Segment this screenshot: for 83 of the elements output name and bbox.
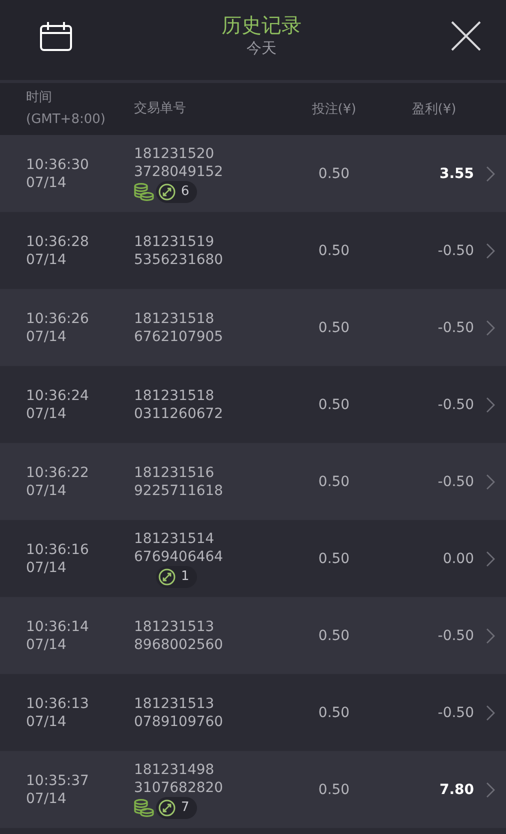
profit-amount: 0.00 xyxy=(442,550,474,566)
history-row[interactable]: 10:36:22 07/14 181231516 9225711618 0.50 -0.50 xyxy=(0,443,506,520)
bet-amount: 0.50 xyxy=(318,550,350,566)
profit-amount: -0.50 xyxy=(438,628,474,644)
column-subheader: (GMT+8:00) xyxy=(26,111,106,129)
column-header: 时间 xyxy=(26,89,53,107)
bet-amount: 0.50 xyxy=(318,704,350,720)
date-text: 07/14 xyxy=(26,558,68,576)
order-number: 181231518 xyxy=(134,386,216,404)
bet-amount: 0.50 xyxy=(318,396,350,412)
panel-title: 历史记录 xyxy=(222,12,302,39)
chevron-icon xyxy=(486,628,494,644)
chevron-icon xyxy=(486,474,494,490)
profit-amount: -0.50 xyxy=(438,474,474,490)
bet-amount: 0.50 xyxy=(318,782,350,798)
bet-amount: 0.50 xyxy=(318,166,350,182)
time-text: 10:36:26 xyxy=(26,310,90,328)
order-number: 9225711618 xyxy=(134,482,224,500)
bet-amount: 0.50 xyxy=(318,242,350,258)
order-number: 181231519 xyxy=(134,232,216,250)
order-number: 181231520 xyxy=(134,144,216,162)
calendar-icon[interactable] xyxy=(40,21,72,51)
date-text: 07/14 xyxy=(26,712,68,730)
order-number: 181231513 xyxy=(134,618,216,636)
arrow-circle-icon xyxy=(158,182,176,200)
column-header: 盈利(¥) xyxy=(412,102,456,117)
profit-amount: -0.50 xyxy=(438,242,474,258)
order-number: 0311260672 xyxy=(134,404,224,422)
date-text: 07/14 xyxy=(26,482,68,500)
chevron-icon xyxy=(486,320,494,336)
close-icon[interactable] xyxy=(451,21,481,51)
bet-count-badge: 6 xyxy=(156,180,198,202)
chevron-icon xyxy=(486,704,494,720)
chevron-icon xyxy=(486,782,494,798)
order-number: 181231516 xyxy=(134,464,216,482)
column-header: 投注(¥) xyxy=(312,102,356,117)
profit-amount: 7.80 xyxy=(439,782,474,798)
time-text: 10:36:28 xyxy=(26,232,90,250)
history-row[interactable]: 10:36:30 07/14 181231520 3728049152 6 0.50 3.55 xyxy=(0,135,506,212)
order-number: 181231514 xyxy=(134,530,216,548)
date-filter[interactable]: 今天 xyxy=(246,39,276,58)
order-number: 6769406464 xyxy=(134,548,224,566)
time-text: 10:36:13 xyxy=(26,694,90,712)
date-text: 07/14 xyxy=(26,328,68,346)
time-text: 10:36:30 xyxy=(26,156,90,174)
arrow-circle-icon xyxy=(158,798,176,816)
history-row[interactable]: 10:36:14 07/14 181231513 8968002560 0.50 -0.50 xyxy=(0,597,506,674)
time-text: 10:35:37 xyxy=(26,772,90,790)
order-number: 3107682820 xyxy=(134,778,224,796)
date-text: 07/14 xyxy=(26,250,68,268)
chevron-icon xyxy=(486,396,494,412)
date-text: 07/14 xyxy=(26,174,68,192)
time-text: 10:36:16 xyxy=(26,540,90,558)
order-number: 5356231680 xyxy=(134,250,224,268)
profit-amount: -0.50 xyxy=(438,396,474,412)
bet-amount: 0.50 xyxy=(318,320,350,336)
column-header: 交易单号 xyxy=(134,100,187,118)
history-row[interactable]: 10:35:37 07/14 181231498 3107682820 7 0.50 7.80 xyxy=(0,751,506,828)
bet-amount: 0.50 xyxy=(318,474,350,490)
arrow-circle-icon xyxy=(158,568,176,586)
profit-amount: 3.55 xyxy=(439,166,474,182)
bet-count-badge: 1 xyxy=(156,566,198,588)
date-text: 07/14 xyxy=(26,636,68,654)
profit-amount: -0.50 xyxy=(438,320,474,336)
order-number: 181231513 xyxy=(134,694,216,712)
order-number: 181231498 xyxy=(134,760,216,778)
bet-count-badge: 7 xyxy=(156,796,198,818)
time-text: 10:36:22 xyxy=(26,464,90,482)
chevron-icon xyxy=(486,166,494,182)
order-number: 6762107905 xyxy=(134,328,224,346)
order-number: 0789109760 xyxy=(134,712,224,730)
profit-amount: -0.50 xyxy=(438,704,474,720)
date-text: 07/14 xyxy=(26,404,68,422)
order-number: 181231518 xyxy=(134,310,216,328)
time-text: 10:36:14 xyxy=(26,618,90,636)
date-text: 07/14 xyxy=(26,790,68,808)
order-number: 8968002560 xyxy=(134,636,224,654)
chevron-icon xyxy=(486,242,494,258)
chevron-icon xyxy=(486,550,494,566)
bet-amount: 0.50 xyxy=(318,628,350,644)
order-number: 3728049152 xyxy=(134,162,224,180)
history-row[interactable]: 10:36:26 07/14 181231518 6762107905 0.50 -0.50 xyxy=(0,289,506,366)
time-text: 10:36:24 xyxy=(26,386,90,404)
